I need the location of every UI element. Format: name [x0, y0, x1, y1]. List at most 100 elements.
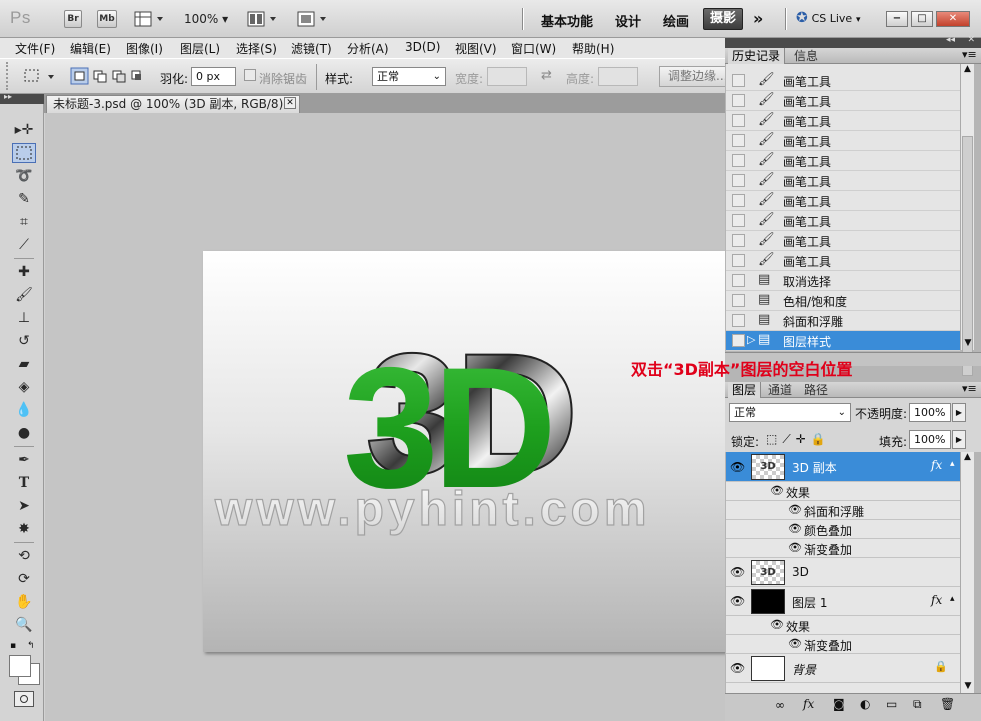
new-group-icon[interactable]: ▭	[886, 697, 897, 711]
close-tab-icon[interactable]: ✕	[284, 97, 296, 109]
history-brush-tool[interactable]: ↺	[12, 331, 36, 351]
workspace-painting[interactable]: 绘画	[663, 11, 689, 30]
zoom-level[interactable]: 100% ▾	[184, 12, 228, 26]
layer-1[interactable]: 👁 图层 1 fx ▴	[726, 587, 960, 616]
workspace-essentials[interactable]: 基本功能	[541, 11, 593, 30]
eye-icon[interactable]: 👁	[730, 661, 745, 675]
marquee-tool[interactable]	[12, 143, 36, 163]
adjustment-layer-icon[interactable]: ◐	[860, 697, 870, 711]
menu-edit[interactable]: 编辑(E)	[70, 40, 111, 57]
snapshot-source-checkbox[interactable]	[732, 154, 745, 167]
history-item[interactable]: 🖌 画笔工具	[726, 71, 960, 91]
fill-slider-button[interactable]: ▶	[952, 430, 966, 449]
eyedropper-tool[interactable]: ⟋	[12, 235, 36, 255]
layer-3d[interactable]: 👁 3D 3D	[726, 558, 960, 587]
hand-tool[interactable]: ✋	[12, 592, 36, 612]
history-item[interactable]: 🖌 画笔工具	[726, 231, 960, 251]
menu-analysis[interactable]: 分析(A)	[347, 40, 389, 57]
history-item[interactable]: 🖌 画笔工具	[726, 191, 960, 211]
lock-icons[interactable]: ⬚⟋✛🔒	[766, 432, 831, 447]
snapshot-source-checkbox[interactable]	[732, 214, 745, 227]
history-item[interactable]: 🖌 画笔工具	[726, 131, 960, 151]
options-grip[interactable]	[6, 62, 14, 90]
shape-tool[interactable]: ✸	[12, 519, 36, 539]
collapse-effects-icon[interactable]: ▴	[950, 594, 955, 604]
type-tool[interactable]: T	[12, 473, 36, 493]
history-item[interactable]: 🖌 画笔工具	[726, 151, 960, 171]
eraser-tool[interactable]: ▰	[12, 354, 36, 374]
opacity-slider-button[interactable]: ▶	[952, 403, 966, 422]
feather-input[interactable]: 0 px	[191, 67, 236, 86]
fx-icon[interactable]: fx	[931, 593, 942, 607]
tab-history[interactable]: 历史记录	[728, 48, 786, 64]
blur-tool[interactable]: 💧	[12, 400, 36, 420]
paint-bucket-tool[interactable]: ◈	[12, 377, 36, 397]
workspace-photography-button[interactable]: 摄影	[703, 8, 743, 30]
eye-icon[interactable]: 👁	[730, 565, 745, 579]
add-mask-icon[interactable]: ◙	[833, 697, 845, 711]
healing-brush-tool[interactable]: ✚	[12, 262, 36, 282]
arrange-documents-button[interactable]	[246, 9, 280, 29]
blend-mode-select[interactable]: 正常 ⌄	[729, 403, 851, 422]
snapshot-source-checkbox[interactable]	[732, 134, 745, 147]
color-swap-controls[interactable]: ▪ ↰	[10, 641, 40, 655]
menu-file[interactable]: 文件(F)	[15, 40, 55, 57]
layers-scrollbar[interactable]: ▲ ▼	[960, 452, 974, 693]
quick-selection-tool[interactable]: ✎	[12, 189, 36, 209]
effect-gradient-overlay[interactable]: 👁 渐变叠加	[726, 635, 960, 654]
add-style-icon[interactable]: fx	[803, 697, 814, 711]
menu-3d[interactable]: 3D(D)	[405, 40, 440, 54]
history-item[interactable]: ▤ 色相/饱和度	[726, 291, 960, 311]
history-item[interactable]: 🖌 画笔工具	[726, 171, 960, 191]
effects-group[interactable]: 👁 效果	[726, 482, 960, 501]
more-workspaces-button[interactable]: »	[753, 9, 763, 28]
close-button[interactable]: ✕	[936, 11, 970, 27]
snapshot-source-checkbox[interactable]	[732, 314, 745, 327]
eye-icon[interactable]: 👁	[730, 460, 745, 474]
view-extras-button[interactable]	[133, 9, 167, 29]
effect-bevel-emboss[interactable]: 👁 斜面和浮雕	[726, 501, 960, 520]
zoom-tool[interactable]: 🔍	[12, 615, 36, 635]
antialias-checkbox[interactable]	[244, 69, 256, 81]
width-input[interactable]	[487, 67, 527, 86]
eye-icon[interactable]: 👁	[788, 541, 802, 554]
snapshot-source-checkbox[interactable]	[732, 194, 745, 207]
layers-panel-menu-icon[interactable]: ▾≡	[962, 382, 977, 395]
pen-tool[interactable]: ✒	[12, 450, 36, 470]
history-item[interactable]: 🖌 画笔工具	[726, 211, 960, 231]
tab-channels[interactable]: 通道	[764, 382, 796, 398]
menu-image[interactable]: 图像(I)	[126, 40, 163, 57]
snapshot-source-checkbox[interactable]	[732, 114, 745, 127]
snapshot-source-checkbox[interactable]	[732, 174, 745, 187]
history-scrollbar[interactable]: ▲ ▼	[960, 64, 974, 376]
snapshot-source-checkbox[interactable]	[732, 334, 745, 347]
snapshot-source-checkbox[interactable]	[732, 294, 745, 307]
effect-gradient-overlay[interactable]: 👁 渐变叠加	[726, 539, 960, 558]
fx-icon[interactable]: fx	[931, 458, 942, 472]
menu-window[interactable]: 窗口(W)	[511, 40, 556, 57]
path-selection-tool[interactable]: ➤	[12, 496, 36, 516]
history-item[interactable]: ▷ ▤ 图层样式	[726, 331, 960, 351]
layer-3d-copy[interactable]: 👁 3D 3D 副本 fx ▴	[726, 452, 960, 482]
menu-layer[interactable]: 图层(L)	[180, 40, 220, 57]
opacity-input[interactable]: 100%	[909, 403, 951, 422]
eye-icon[interactable]: 👁	[788, 503, 802, 516]
fill-input[interactable]: 100%	[909, 430, 951, 449]
tab-paths[interactable]: 路径	[800, 382, 832, 398]
history-item[interactable]: 🖌 画笔工具	[726, 251, 960, 271]
height-input[interactable]	[598, 67, 638, 86]
menu-select[interactable]: 选择(S)	[236, 40, 277, 57]
tool-preset-picker[interactable]	[22, 66, 62, 86]
tab-info[interactable]: 信息	[790, 48, 822, 64]
document-tab[interactable]: 未标题-3.psd @ 100% (3D 副本, RGB/8) *	[46, 95, 300, 113]
eye-icon[interactable]: 👁	[788, 522, 802, 535]
snapshot-source-checkbox[interactable]	[732, 234, 745, 247]
menu-view[interactable]: 视图(V)	[455, 40, 497, 57]
effects-group[interactable]: 👁 效果	[726, 616, 960, 635]
history-item[interactable]: 🖌 画笔工具	[726, 91, 960, 111]
dodge-tool[interactable]: ●	[12, 423, 36, 443]
menu-filter[interactable]: 滤镜(T)	[291, 40, 332, 57]
refine-edge-button[interactable]: 调整边缘...	[659, 66, 725, 87]
foreground-color-swatch[interactable]	[9, 655, 31, 677]
style-select[interactable]: 正常 ⌄	[372, 67, 446, 86]
